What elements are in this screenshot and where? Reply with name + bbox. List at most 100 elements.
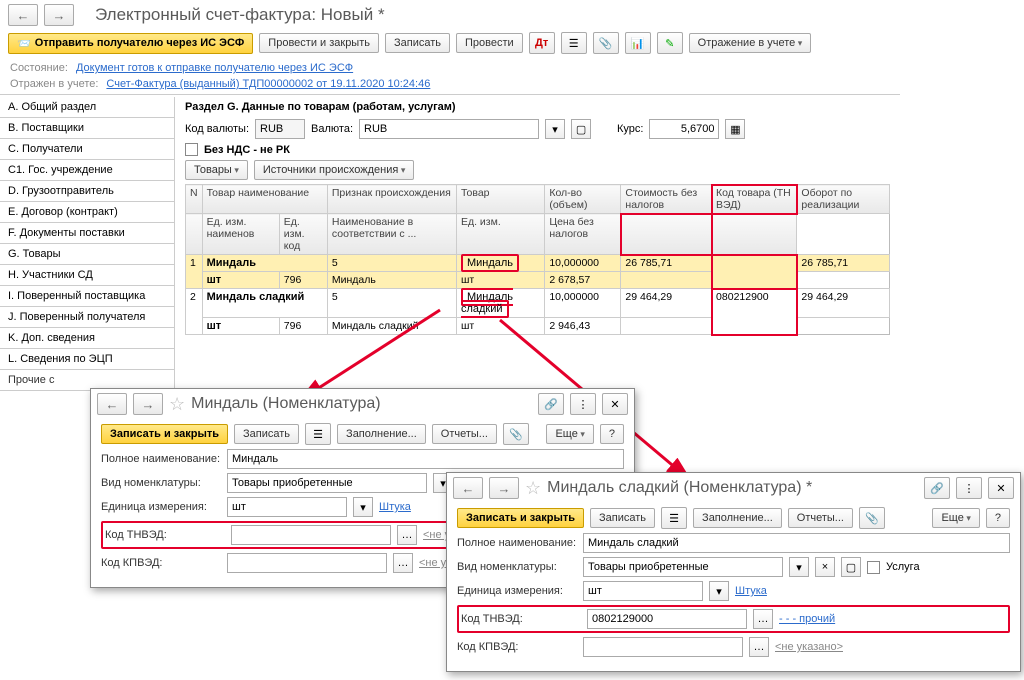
p1-list-icon-button[interactable]: ☰ [305,423,331,445]
p2-more-icon[interactable]: ⋮ [956,477,982,499]
tab-i[interactable]: I. Поверенный поставщика [0,286,174,307]
p2-unit-input[interactable] [583,581,703,601]
goods-grid[interactable]: N Товар наименование Признак происхожден… [185,184,890,335]
post-close-button[interactable]: Провести и закрыть [259,33,379,53]
col-unit-code[interactable]: Ед. изм. код [279,214,327,255]
cell-good[interactable]: Миндаль сладкий [461,288,513,318]
p1-reports-button[interactable]: Отчеты... [432,424,497,444]
p2-kpved-hint[interactable]: <не указано> [775,641,843,653]
col-good-name[interactable]: Товар наименование [202,185,327,214]
goods-button[interactable]: Товары [185,160,248,180]
p2-kind-clear[interactable]: × [815,557,835,577]
p2-kpved-input[interactable] [583,637,743,657]
p2-kind-input[interactable] [583,557,783,577]
table-row[interactable]: 2 Миндаль сладкий 5 Миндаль сладкий 10,0… [186,289,890,318]
state-link[interactable]: Документ готов к отправке получателю чер… [76,62,353,74]
tab-j[interactable]: J. Поверенный получателя [0,307,174,328]
rate-input[interactable] [649,119,719,139]
attach-icon-button[interactable]: 📎 [593,32,619,54]
p2-kind-drop[interactable]: ▾ [789,557,809,577]
p2-write-button[interactable]: Записать [590,508,655,528]
p1-fwd-button[interactable]: → [133,393,163,415]
p1-close-icon[interactable]: ✕ [602,393,628,415]
star-icon[interactable]: ☆ [169,394,185,415]
p2-kpved-pick[interactable]: … [749,637,769,657]
tab-e[interactable]: E. Договор (контракт) [0,202,174,223]
star-icon[interactable]: ☆ [525,478,541,499]
currency-drop-button[interactable]: ▾ [545,119,565,139]
p1-kpved-pick[interactable]: … [393,553,413,573]
p1-kind-input[interactable] [227,473,427,493]
col-turnover[interactable]: Оборот по реализации [797,185,890,214]
tab-k[interactable]: K. Доп. сведения [0,328,174,349]
p1-unit-drop[interactable]: ▾ [353,497,373,517]
p1-tnved-pick[interactable]: … [397,525,417,545]
p1-kpved-input[interactable] [227,553,387,573]
col-unit-name[interactable]: Ед. изм. наименов [202,214,279,255]
p2-unit-link[interactable]: Штука [735,585,767,597]
tab-d[interactable]: D. Грузоотправитель [0,181,174,202]
p2-service-checkbox[interactable] [867,561,880,574]
col-conf-name[interactable]: Наименование в соответствии с ... [327,214,456,255]
col-price[interactable]: Цена без налогов [545,214,621,255]
nav-back-button[interactable]: ← [8,4,38,26]
p2-save-close-button[interactable]: Записать и закрыть [457,508,584,528]
curcode-input[interactable] [255,119,305,139]
col-qty[interactable]: Кол-во (объем) [545,185,621,214]
p1-full-input[interactable] [227,449,624,469]
tab-a[interactable]: A. Общий раздел [0,97,174,118]
post-button[interactable]: Провести [456,33,523,53]
p2-tnved-input[interactable] [587,609,747,629]
edit-icon-button[interactable]: ✎ [657,32,683,54]
p1-more-button[interactable]: Еще [546,424,593,444]
currency-open-button[interactable]: ▢ [571,119,591,139]
p2-fill-button[interactable]: Заполнение... [693,508,782,528]
tab-c[interactable]: C. Получатели [0,139,174,160]
col-unit[interactable]: Ед. изм. [456,214,544,255]
reflect-button[interactable]: Отражение в учете [689,33,812,53]
rate-calc-button[interactable]: ▦ [725,119,745,139]
p1-fill-button[interactable]: Заполнение... [337,424,426,444]
p2-help-button[interactable]: ? [986,508,1010,528]
col-origin[interactable]: Признак происхождения [327,185,456,214]
p2-attach-icon-button[interactable]: 📎 [859,507,885,529]
tab-b[interactable]: B. Поставщики [0,118,174,139]
p2-close-icon[interactable]: ✕ [988,477,1014,499]
p2-full-input[interactable] [583,533,1010,553]
p2-more-button[interactable]: Еще [932,508,979,528]
nav-forward-button[interactable]: → [44,4,74,26]
p2-kind-open[interactable]: ▢ [841,557,861,577]
tab-c1[interactable]: C1. Гос. учреждение [0,160,174,181]
p2-link-icon[interactable]: 🔗 [924,477,950,499]
cell-good[interactable]: Миндаль [461,254,519,272]
send-button[interactable]: 📨 Отправить получателю через ИС ЭСФ [8,33,253,54]
col-tn-ved[interactable]: Код товара (ТН ВЭД) [712,185,797,214]
list-icon-button[interactable]: ☰ [561,32,587,54]
dkt-icon-button[interactable]: Дт [529,32,555,54]
tab-h[interactable]: H. Участники СД [0,265,174,286]
p2-tnved-pick[interactable]: … [753,609,773,629]
col-n[interactable]: N [186,185,203,214]
p1-save-close-button[interactable]: Записать и закрыть [101,424,228,444]
p1-more-icon[interactable]: ⋮ [570,393,596,415]
table-row[interactable]: 1 Миндаль 5 Миндаль 10,000000 26 785,71 … [186,255,890,272]
p1-help-button[interactable]: ? [600,424,624,444]
origin-button[interactable]: Источники происхождения [254,160,414,180]
reflection-link[interactable]: Счет-Фактура (выданный) ТДП00000002 от 1… [106,78,430,90]
p2-list-icon-button[interactable]: ☰ [661,507,687,529]
p1-attach-icon-button[interactable]: 📎 [503,423,529,445]
p1-back-button[interactable]: ← [97,393,127,415]
tab-l[interactable]: L. Сведения по ЭЦП [0,349,174,370]
p1-write-button[interactable]: Записать [234,424,299,444]
col-good[interactable]: Товар [456,185,544,214]
p1-link-icon[interactable]: 🔗 [538,393,564,415]
p2-tnved-hint[interactable]: - - - прочий [779,613,835,625]
p1-tnved-input[interactable] [231,525,391,545]
p1-unit-link[interactable]: Штука [379,501,411,513]
chart-icon-button[interactable]: 📊 [625,32,651,54]
currency-input[interactable] [359,119,539,139]
tab-g[interactable]: G. Товары [0,244,174,265]
p1-unit-input[interactable] [227,497,347,517]
p2-reports-button[interactable]: Отчеты... [788,508,853,528]
write-button[interactable]: Записать [385,33,450,53]
